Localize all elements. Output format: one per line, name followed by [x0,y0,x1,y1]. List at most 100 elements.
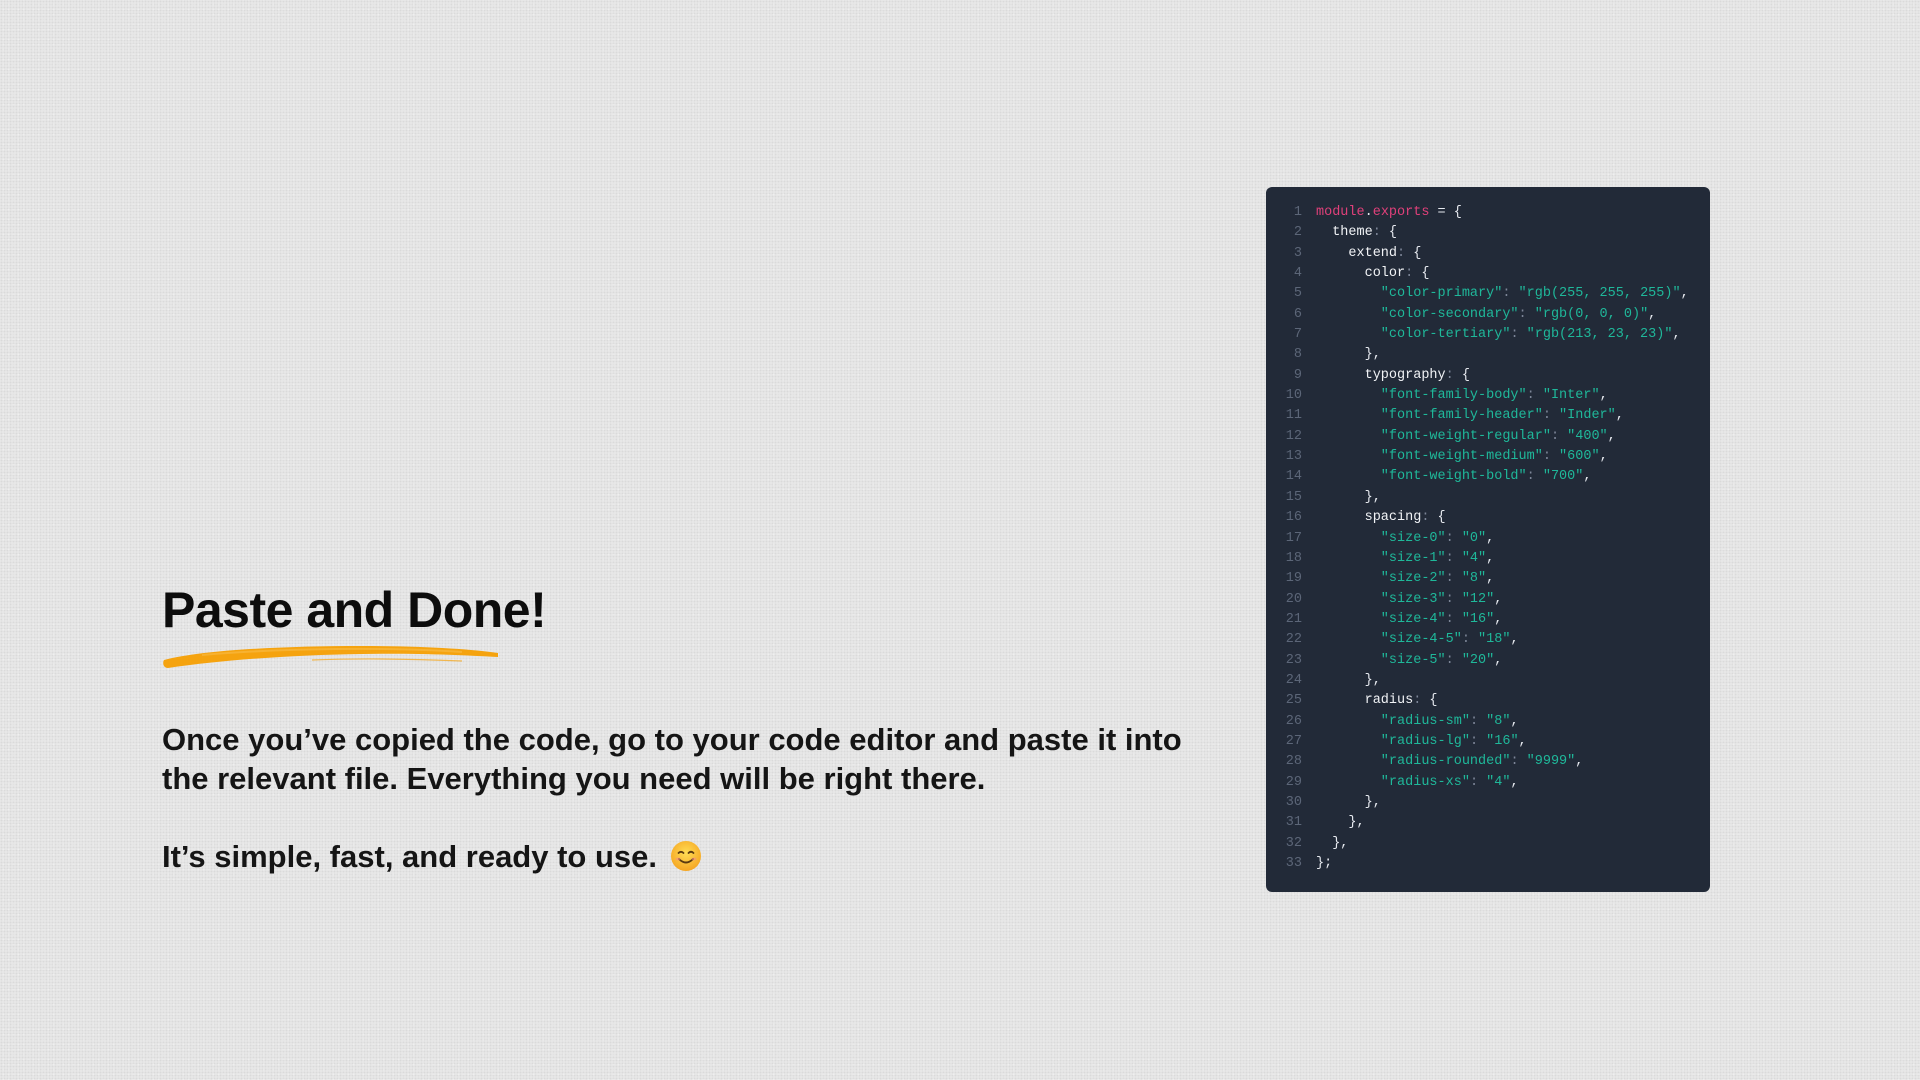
code-token: : [1542,408,1560,424]
code-line: 9 typography: { [1266,366,1710,386]
code-text: "radius-sm": "8", [1316,712,1519,732]
code-token: "size-3" [1316,591,1446,607]
code-line: 3 extend: { [1266,244,1710,264]
line-number: 21 [1285,611,1302,627]
code-token: extend [1316,245,1398,261]
code-token: : [1502,286,1519,302]
code-token: "radius-lg" [1316,733,1470,749]
code-text: "size-4-5": "18", [1316,630,1519,650]
code-token: : [1518,306,1535,322]
code-token: }, [1316,835,1349,851]
code-token: "color-secondary" [1316,306,1519,322]
code-text: "font-weight-bold": "700", [1316,467,1592,487]
code-text: }, [1316,793,1381,813]
code-token: "16" [1486,733,1519,749]
summary-text: It’s simple, fast, and ready to use. [162,839,658,874]
code-token: }, [1316,347,1381,363]
code-text: "radius-xs": "4", [1316,773,1519,793]
line-number: 30 [1285,794,1302,810]
code-token: : [1461,632,1479,648]
code-token: : [1469,774,1487,790]
code-token: : [1397,245,1414,261]
code-token: "rgb(255, 255, 255)" [1518,286,1681,302]
line-number: 8 [1293,347,1302,363]
code-line: 27 "radius-lg": "16", [1266,732,1710,752]
slide-text-block: Paste and Done! Once you’ve copied the c… [162,580,1202,876]
code-token: "radius-sm" [1316,713,1470,729]
code-line: 15 }, [1266,488,1710,508]
code-token: "Inter" [1542,388,1600,404]
code-token: : [1445,652,1462,668]
code-token: "20" [1461,652,1495,668]
code-token: "size-2" [1316,571,1446,587]
code-line: 14 "font-weight-bold": "700", [1266,467,1710,487]
code-text: typography: { [1316,366,1470,386]
code-line: 11 "font-family-header": "Inder", [1266,406,1710,426]
code-token: : [1421,510,1438,526]
line-number: 12 [1285,428,1302,444]
code-token: : [1445,591,1462,607]
code-line: 23 "size-5": "20", [1266,651,1710,671]
code-token: "size-4" [1316,611,1446,627]
code-token: "8" [1486,713,1511,729]
code-text: "size-0": "0", [1316,529,1494,549]
code-token: , [1672,327,1681,343]
line-number: 17 [1285,530,1302,546]
code-token: : [1526,388,1543,404]
code-token: , [1494,652,1503,668]
line-number: 4 [1293,266,1302,282]
code-token: , [1510,774,1519,790]
code-lines: 1 module.exports = {2 theme: {3 extend: {… [1266,203,1710,874]
code-token: "rgb(0, 0, 0)" [1534,306,1649,322]
code-line: 5 "color-primary": "rgb(255, 255, 255)", [1266,284,1710,304]
code-token: exports [1372,205,1430,220]
code-text: }, [1316,813,1364,833]
code-token: : [1445,550,1462,566]
code-line: 30 }, [1266,793,1710,813]
line-number: 18 [1285,550,1302,566]
code-line: 2 theme: { [1266,223,1710,243]
code-token: }, [1316,672,1381,688]
line-number: 26 [1285,713,1302,729]
code-text: extend: { [1316,244,1421,264]
code-token: color [1316,266,1406,282]
line-number: 3 [1293,245,1302,261]
code-token: "radius-xs" [1316,774,1470,790]
smiling-face-icon [670,841,701,871]
code-token: : [1469,733,1487,749]
code-token: , [1648,306,1657,322]
code-token: , [1518,733,1527,749]
code-token: module [1316,205,1365,220]
line-number: 14 [1285,469,1302,485]
code-token: radius [1316,693,1414,709]
code-token: : [1445,530,1462,546]
code-token: . [1364,205,1373,220]
code-token: "font-family-body" [1316,388,1527,404]
code-token: }, [1316,794,1381,810]
code-line: 16 spacing: { [1266,508,1710,528]
code-line: 19 "size-2": "8", [1266,569,1710,589]
code-token: "600" [1559,449,1600,465]
code-token: , [1494,591,1503,607]
code-token: "4" [1486,774,1511,790]
code-token: : [1469,713,1487,729]
code-token: , [1575,754,1584,770]
line-number: 16 [1285,510,1302,526]
code-token: "0" [1461,530,1487,546]
code-text: radius: { [1316,691,1438,711]
line-number: 24 [1285,672,1302,688]
code-token: "Inder" [1559,408,1616,424]
code-token: , [1486,571,1495,587]
code-line: 28 "radius-rounded": "9999", [1266,752,1710,772]
code-token: "color-tertiary" [1316,327,1511,343]
code-text: "size-4": "16", [1316,610,1503,630]
line-number: 23 [1285,652,1302,668]
code-token: : [1510,754,1527,770]
code-line: 8 }, [1266,345,1710,365]
code-line: 10 "font-family-body": "Inter", [1266,386,1710,406]
code-token: "9999" [1526,754,1576,770]
code-token: : [1510,327,1527,343]
code-token: , [1486,550,1495,566]
line-number: 22 [1285,632,1302,648]
line-number: 19 [1285,571,1302,587]
